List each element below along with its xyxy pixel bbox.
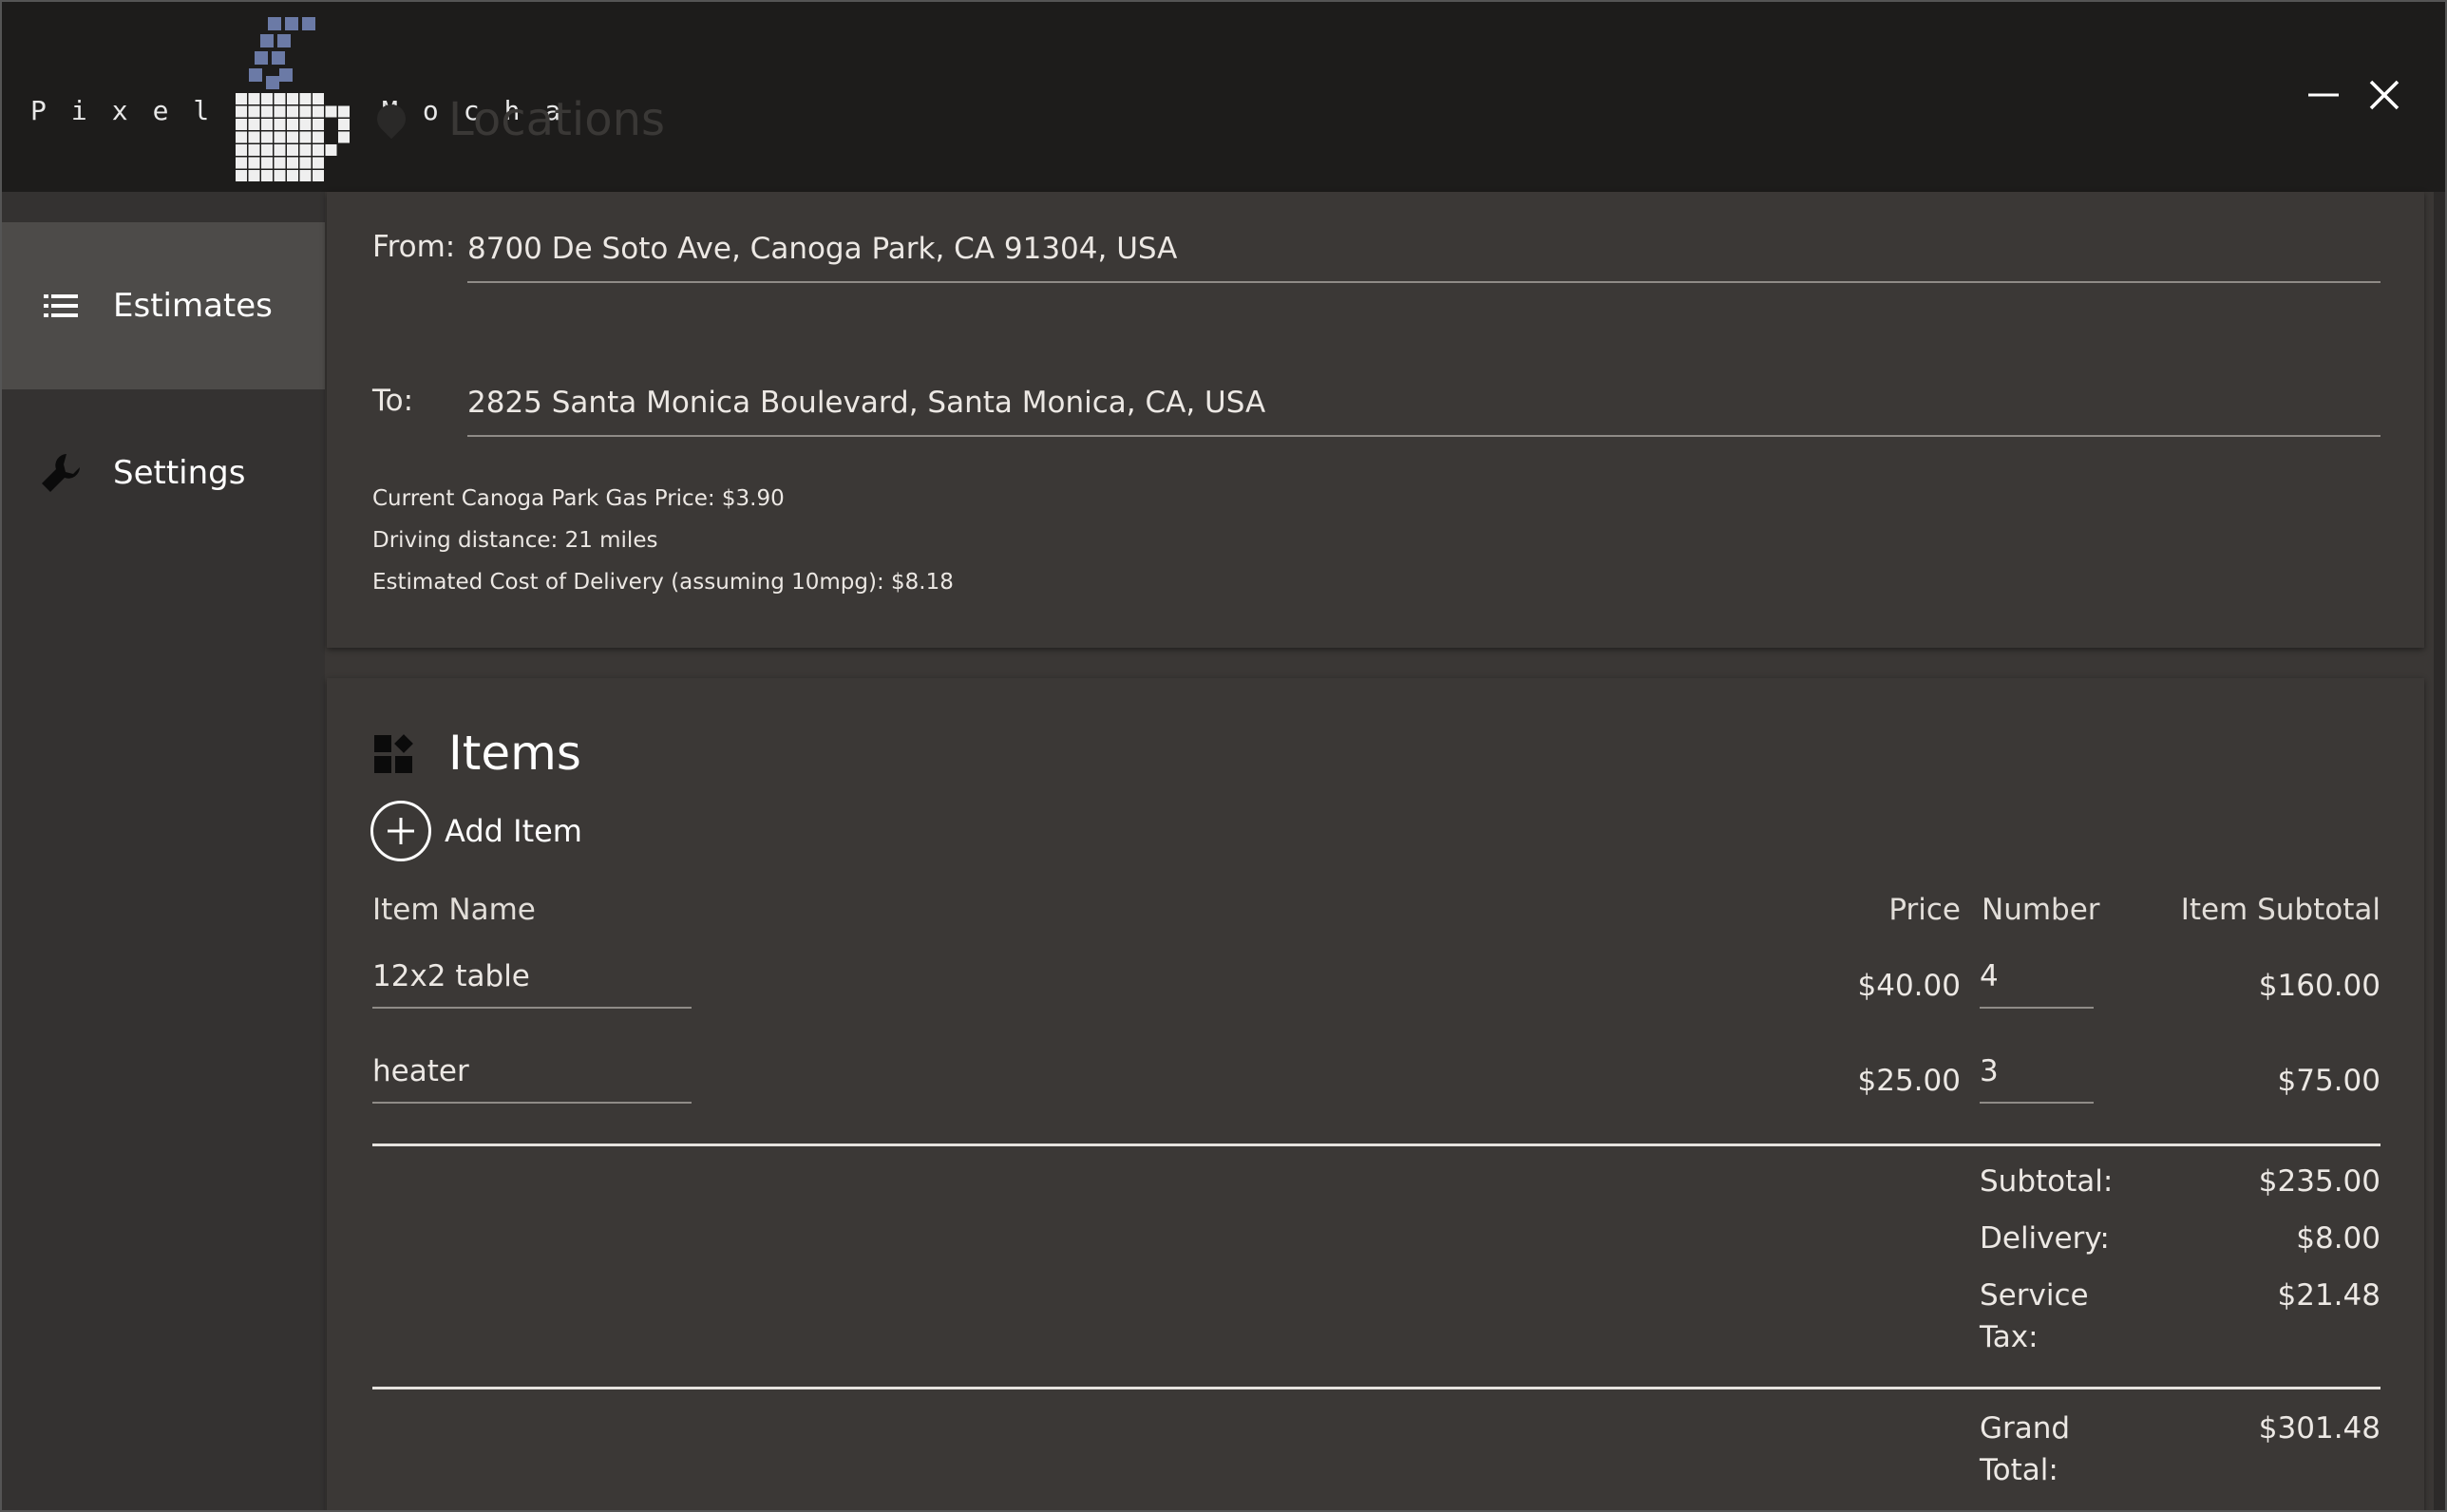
gas-price-text: Current Canoga Park Gas Price: $3.90 [372, 486, 785, 511]
sidebar-item-estimates[interactable]: Estimates [2, 222, 325, 389]
service-tax-label: Service Tax: [1980, 1278, 2089, 1354]
item-name-input[interactable] [372, 959, 692, 1009]
items-card: Items Add Item Item Name Price Number It… [327, 678, 2424, 1510]
item-price: $25.00 [1857, 1064, 1961, 1098]
item-subtotal: $160.00 [2258, 969, 2381, 1003]
totals-divider [372, 1143, 2381, 1146]
item-name-input[interactable] [372, 1054, 692, 1104]
locations-header-ghost: Locations [448, 93, 666, 146]
grand-total-divider [372, 1387, 2381, 1389]
item-subtotal: $75.00 [2277, 1064, 2381, 1098]
title-bar: Pixel Mocha Locations [2, 2, 2445, 192]
grand-total-value: $301.48 [2258, 1411, 2381, 1446]
column-header-price: Price [1888, 893, 1961, 927]
items-title: Items [448, 726, 581, 781]
delivery-value: $8.00 [2296, 1221, 2381, 1256]
coffee-cup-logo-icon [236, 17, 350, 181]
column-header-number: Number [1982, 893, 2100, 927]
from-label: From: [372, 230, 456, 264]
close-icon[interactable] [2360, 70, 2409, 120]
subtotal-label: Subtotal: [1980, 1164, 2114, 1199]
sidebar-item-settings[interactable]: Settings [2, 389, 325, 557]
subtotal-value: $235.00 [2258, 1164, 2381, 1199]
scrollbar-track[interactable] [2434, 192, 2445, 1510]
delivery-label: Delivery: [1980, 1221, 2110, 1256]
locations-card: From: To: Current Canoga Park Gas Price:… [327, 192, 2424, 648]
app-window: Pixel Mocha Locations Estimates Settings… [0, 0, 2447, 1512]
to-label: To: [372, 384, 414, 418]
list-icon [44, 294, 78, 317]
minimize-icon[interactable] [2299, 70, 2348, 120]
item-number-input[interactable] [1980, 959, 2094, 1009]
sidebar: Estimates Settings [2, 192, 325, 1510]
sidebar-item-label: Settings [113, 454, 246, 492]
to-address-input[interactable] [467, 370, 2381, 437]
column-header-item-subtotal: Item Subtotal [2180, 893, 2381, 927]
add-item-label: Add Item [445, 813, 582, 849]
plus-circle-icon [370, 801, 431, 861]
item-price: $40.00 [1857, 969, 1961, 1003]
dashboard-icon [374, 734, 413, 773]
grand-total-label: Grand Total: [1980, 1411, 2071, 1487]
add-item-button[interactable]: Add Item [370, 800, 582, 862]
sidebar-item-label: Estimates [113, 287, 273, 325]
item-number-input[interactable] [1980, 1054, 2094, 1104]
service-tax-value: $21.48 [2277, 1278, 2381, 1313]
from-address-input[interactable] [467, 217, 2381, 283]
delivery-cost-text: Estimated Cost of Delivery (assuming 10m… [372, 570, 954, 595]
logo-text-pixel: Pixel [30, 95, 235, 126]
driving-distance-text: Driving distance: 21 miles [372, 528, 658, 553]
column-header-item-name: Item Name [372, 893, 536, 927]
wrench-icon [42, 454, 80, 492]
